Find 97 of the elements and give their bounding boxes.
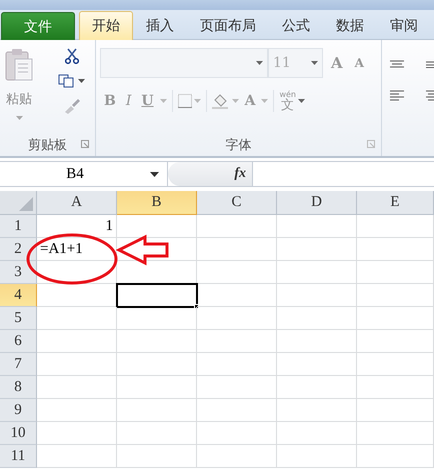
grid-cell[interactable] [197, 399, 277, 422]
grid-cell[interactable] [117, 330, 197, 353]
grid-cell[interactable] [277, 445, 357, 468]
ribbon-tab[interactable]: 数据 [323, 11, 377, 40]
grid-cell[interactable] [197, 376, 277, 399]
column-header[interactable]: D [277, 191, 357, 215]
grid-cell[interactable] [117, 353, 197, 376]
grid-cell[interactable] [117, 307, 197, 330]
grid-cell[interactable] [357, 215, 434, 238]
grid-cell[interactable] [357, 422, 434, 445]
grid-cell[interactable] [357, 330, 434, 353]
row-header[interactable]: 7 [0, 353, 37, 376]
grid-cell[interactable] [277, 353, 357, 376]
grid-cell[interactable] [197, 307, 277, 330]
column-header[interactable]: B [117, 191, 197, 215]
ribbon-tab[interactable]: 插入 [133, 11, 187, 40]
row-header[interactable]: 5 [0, 307, 37, 330]
grid-cell[interactable] [357, 284, 434, 307]
active-cell[interactable] [117, 284, 197, 307]
scissors-icon[interactable] [64, 48, 78, 64]
row-header[interactable]: 8 [0, 376, 37, 399]
ribbon-tab[interactable]: 审阅 [377, 11, 431, 40]
clipboard-icon [4, 48, 34, 82]
row-header[interactable]: 10 [0, 422, 37, 445]
grid-cell[interactable] [357, 445, 434, 468]
grid-cell[interactable] [117, 238, 197, 261]
file-tab[interactable]: 文件 [1, 12, 75, 40]
grid-cell[interactable] [357, 353, 434, 376]
row-header[interactable]: 4 [0, 284, 37, 307]
launcher-icon[interactable] [367, 140, 375, 148]
grid-cell[interactable] [197, 238, 277, 261]
grid-cell[interactable] [37, 330, 117, 353]
insert-function-button[interactable]: fx [168, 162, 253, 186]
caret-icon[interactable] [298, 99, 306, 103]
grid-cell[interactable] [117, 422, 197, 445]
grid-cell[interactable] [37, 307, 117, 330]
ribbon-tab[interactable]: 公式 [269, 11, 323, 40]
caret-icon[interactable] [150, 172, 159, 176]
launcher-icon[interactable] [81, 140, 89, 148]
grid-cell[interactable] [277, 399, 357, 422]
copy-icon[interactable] [58, 74, 74, 88]
grid-cell[interactable] [197, 215, 277, 238]
paint-bucket-icon[interactable] [212, 93, 230, 109]
fill-handle[interactable] [194, 304, 199, 309]
name-box[interactable]: B4 [0, 162, 168, 186]
grid-cell[interactable] [277, 376, 357, 399]
grid-cell[interactable] [357, 376, 434, 399]
grid-cell[interactable] [197, 330, 277, 353]
align-top-icon[interactable] [390, 60, 404, 68]
group-title: 剪贴板 [28, 137, 67, 154]
row-header[interactable]: 2 [0, 238, 37, 261]
grid-cell[interactable] [37, 422, 117, 445]
ribbon-tab[interactable]: 开始 [79, 11, 133, 40]
grid-cell[interactable] [117, 399, 197, 422]
corner-triangle-icon [19, 197, 33, 211]
grid-cell[interactable] [117, 445, 197, 468]
column-header[interactable]: C [197, 191, 277, 215]
align-left-icon[interactable] [390, 90, 404, 101]
grid-cell[interactable] [197, 422, 277, 445]
grid-cell[interactable] [357, 399, 434, 422]
grid-cell[interactable] [277, 261, 357, 284]
row-header[interactable]: 9 [0, 399, 37, 422]
grid-cell[interactable] [117, 215, 197, 238]
grid-cell[interactable] [197, 445, 277, 468]
column-header[interactable]: A [37, 191, 117, 215]
grid-cell[interactable] [357, 261, 434, 284]
column-header[interactable]: E [357, 191, 434, 215]
grid-cell[interactable] [197, 261, 277, 284]
font-name-field[interactable] [100, 48, 268, 78]
borders-icon[interactable] [178, 94, 192, 108]
grid-cell[interactable] [277, 238, 357, 261]
grid-cell[interactable] [277, 330, 357, 353]
row-header[interactable]: 3 [0, 261, 37, 284]
select-all-button[interactable] [0, 191, 37, 215]
row-header[interactable]: 11 [0, 445, 37, 468]
brush-icon[interactable] [62, 98, 80, 114]
grid-cell[interactable] [37, 376, 117, 399]
grid-cell[interactable] [197, 284, 277, 307]
grid-cell[interactable] [37, 399, 117, 422]
grid-cell[interactable] [277, 307, 357, 330]
caret-icon[interactable] [78, 79, 85, 83]
grid-cell[interactable] [117, 376, 197, 399]
grid-cell[interactable] [357, 307, 434, 330]
grid-cell[interactable] [37, 445, 117, 468]
grid-cell[interactable] [277, 422, 357, 445]
grid-cell[interactable] [277, 284, 357, 307]
ribbon-tab[interactable]: 页面布局 [187, 11, 269, 40]
grid-cell[interactable]: =A1+1 [37, 238, 117, 261]
grid-cell[interactable] [197, 353, 277, 376]
grid-cell[interactable] [37, 353, 117, 376]
row-header[interactable]: 6 [0, 330, 37, 353]
group-title: 字体 [226, 137, 252, 154]
grid-cell[interactable] [357, 238, 434, 261]
grid-cell[interactable] [277, 215, 357, 238]
grid-cell[interactable]: 1 [37, 215, 117, 238]
row-header[interactable]: 1 [0, 215, 37, 238]
grid-cell[interactable] [37, 261, 117, 284]
